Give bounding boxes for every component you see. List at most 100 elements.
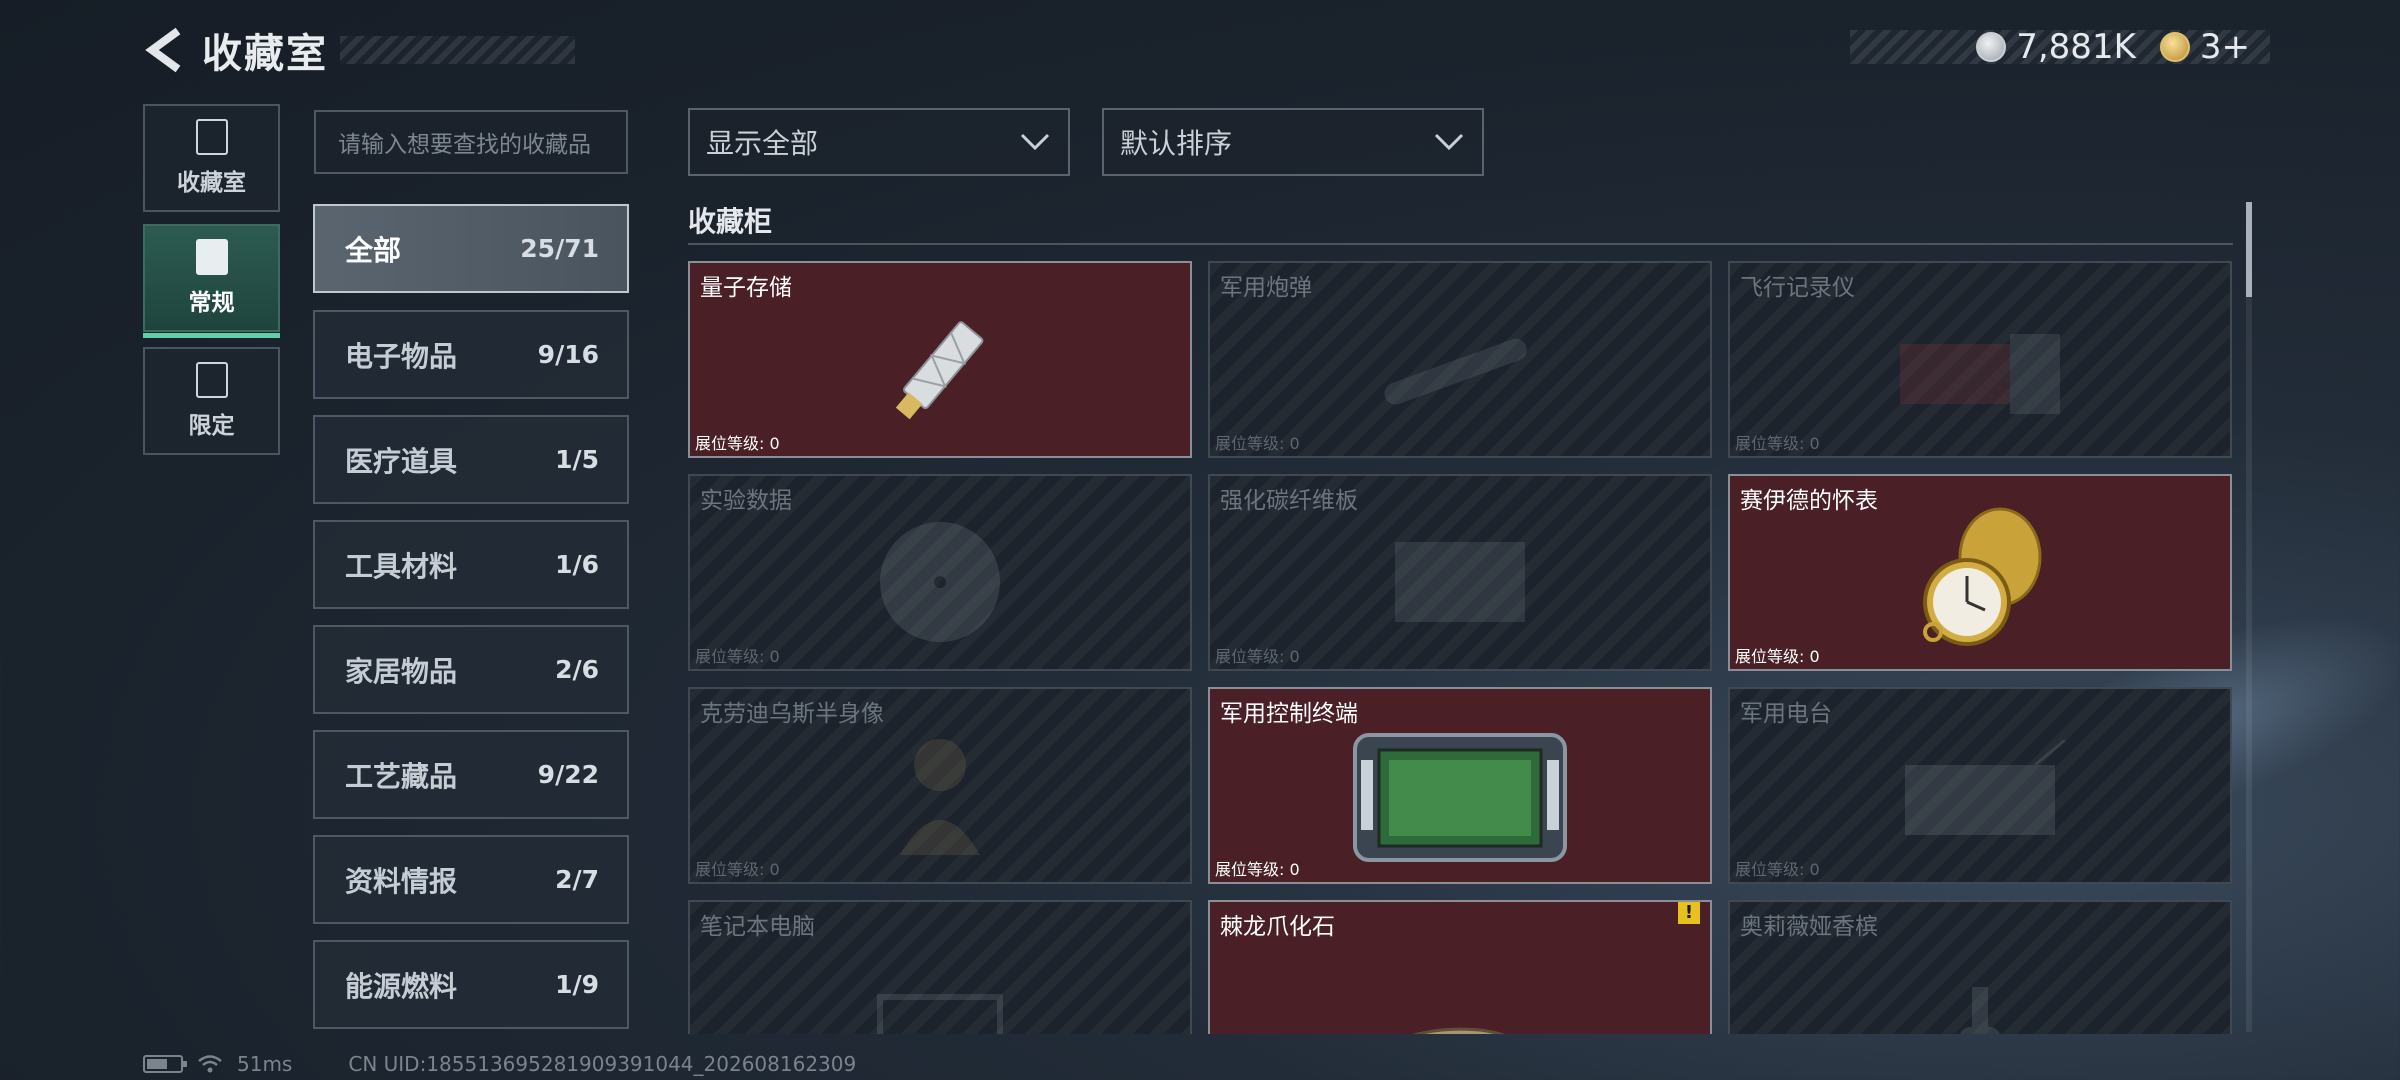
category-count: 1/9 [555,970,599,999]
category-count: 25/71 [520,234,599,263]
category-medical[interactable]: 医疗道具 1/5 [313,415,629,504]
status-bar: 51ms CN UID:1855136952819093910​44_20260… [143,1052,856,1076]
currency-gold[interactable]: 3+ [2159,27,2250,67]
currency-bar: 7,881K 3+ [1850,27,2270,67]
currency-gold-value: 3+ [2199,27,2250,67]
card-title: 赛伊德的怀表 [1740,488,1878,514]
cabinet-divider [688,243,2233,245]
side-tab-regular[interactable]: 常规 [143,224,280,338]
category-name: 医疗道具 [345,444,458,478]
category-name: 家居物品 [345,654,458,688]
back-arrow-icon [145,27,181,73]
category-count: 2/6 [555,655,599,684]
back-button[interactable] [140,20,188,80]
flight-recorder-icon [1900,334,2060,415]
ping-value: 51ms [237,1052,293,1076]
cabinet-grid: 量子存储 展位等级: 0 军用炮弹 展位等级: 0 飞行记录仪 展位等级: 0 … [688,261,2233,1034]
bust-icon [900,739,980,856]
booth-level: 展位等级: 0 [1215,860,1300,879]
gold-coin-icon [2159,32,2190,62]
collection-card[interactable]: 奥莉薇娅香槟 [1728,900,2232,1034]
side-tab-label: 常规 [188,290,235,316]
category-intel[interactable]: 资料情报 2/7 [313,835,629,924]
regular-icon [195,239,228,275]
category-energy[interactable]: 能源燃料 1/9 [313,940,629,1029]
pocket-watch-icon [1923,507,2042,647]
card-title: 笔记本电脑 [700,914,815,940]
scrollbar-thumb[interactable] [2246,202,2252,297]
card-title: 克劳迪乌斯半身像 [700,701,884,727]
collection-card[interactable]: 军用控制终端 展位等级: 0 [1208,687,1712,884]
wifi-icon [198,1055,222,1073]
dino-claw-icon [1413,1027,1505,1034]
category-count: 1/5 [555,445,599,474]
card-title: 军用电台 [1740,701,1832,727]
shell-icon [1384,338,1527,405]
collection-card[interactable]: 棘龙爪化石 ! [1208,900,1712,1034]
card-title: 实验数据 [700,488,792,514]
filter-dropdown-value: 显示全部 [706,127,819,160]
filter-dropdown[interactable]: 显示全部 [688,108,1070,176]
card-title: 军用控制终端 [1220,701,1358,727]
champagne-bottle-icon [1960,986,2000,1034]
booth-level: 展位等级: 0 [1735,647,1820,666]
data-disc-icon [880,522,1000,643]
category-name: 全部 [345,233,402,267]
card-title: 军用炮弹 [1220,275,1312,301]
category-name: 资料情报 [345,864,458,898]
collection-card[interactable]: 飞行记录仪 展位等级: 0 [1728,261,2232,458]
category-count: 1/6 [555,550,599,579]
collection-card[interactable]: 克劳迪乌斯半身像 展位等级: 0 [688,687,1192,884]
booth-level: 展位等级: 0 [695,434,780,453]
booth-level: 展位等级: 0 [1215,434,1300,453]
control-terminal-icon [1353,733,1567,863]
user-uid: CN UID:1855136952819093910​44_2026081623… [348,1052,857,1076]
laptop-icon [877,994,1003,1034]
card-title: 棘龙爪化石 [1220,914,1335,940]
currency-silver-value: 7,881K [2016,27,2136,67]
side-tab-limited[interactable]: 限定 [143,347,280,455]
collection-card[interactable]: 军用炮弹 展位等级: 0 [1208,261,1712,458]
usb-drive-icon [895,321,984,420]
chevron-down-icon [1434,133,1464,151]
category-name: 工艺藏品 [345,759,458,793]
currency-silver[interactable]: 7,881K [1976,27,2136,67]
collection-card[interactable]: 量子存储 展位等级: 0 [688,261,1192,458]
collection-card[interactable]: 强化碳纤维板 展位等级: 0 [1208,474,1712,671]
sort-dropdown[interactable]: 默认排序 [1102,108,1484,176]
search-input[interactable]: 请输入想要查找的收藏品 [314,110,628,174]
collection-card[interactable]: 笔记本电脑 [688,900,1192,1034]
military-radio-icon [1905,740,2066,836]
category-name: 能源燃料 [345,969,458,1003]
category-count: 2/7 [555,865,599,894]
side-tab-collection-room[interactable]: 收藏室 [143,104,280,212]
category-name: 工具材料 [345,549,458,583]
collection-card[interactable]: 赛伊德的怀表 展位等级: 0 [1728,474,2232,671]
card-title: 飞行记录仪 [1740,275,1855,301]
category-electronics[interactable]: 电子物品 9/16 [313,310,629,399]
card-title: 量子存储 [700,275,792,301]
category-count: 9/16 [537,340,599,369]
category-tools[interactable]: 工具材料 1/6 [313,520,629,609]
category-household[interactable]: 家居物品 2/6 [313,625,629,714]
collection-card[interactable]: 实验数据 展位等级: 0 [688,474,1192,671]
booth-level: 展位等级: 0 [1735,434,1820,453]
page-title: 收藏室 [202,31,328,77]
silver-coin-icon [1976,32,2007,62]
carbon-plate-icon [1395,542,1525,623]
battery-icon [143,1055,187,1073]
sort-dropdown-value: 默认排序 [1120,127,1233,160]
card-title: 奥莉薇娅香槟 [1740,914,1878,940]
card-title: 强化碳纤维板 [1220,488,1358,514]
collection-card[interactable]: 军用电台 展位等级: 0 [1728,687,2232,884]
chevron-down-icon [1020,133,1050,151]
booth-level: 展位等级: 0 [1735,860,1820,879]
collection-room-icon [195,119,228,155]
category-all[interactable]: 全部 25/71 [313,204,629,293]
side-tab-label: 收藏室 [177,170,246,196]
category-crafts[interactable]: 工艺藏品 9/22 [313,730,629,819]
warning-icon: ! [1678,902,1700,924]
cabinet-title: 收藏柜 [688,205,773,238]
booth-level: 展位等级: 0 [695,647,780,666]
scrollbar[interactable] [2246,202,2252,1032]
